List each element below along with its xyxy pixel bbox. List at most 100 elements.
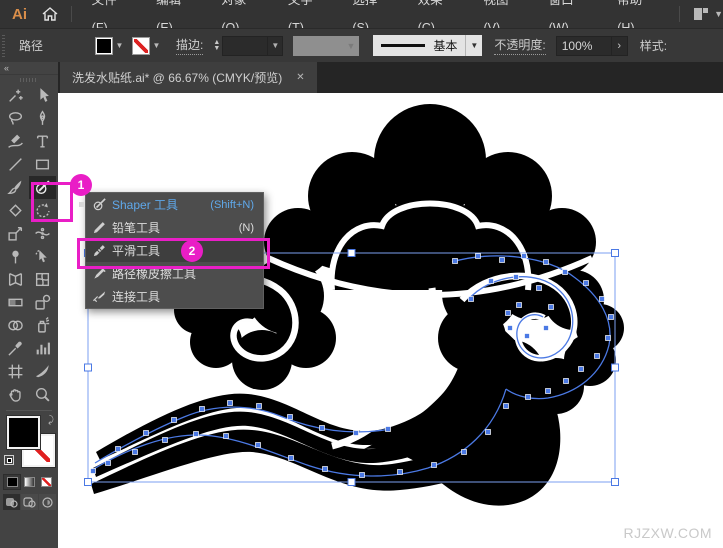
stroke-weight-field[interactable] <box>222 35 269 56</box>
illustrator-logo: Ai <box>12 5 27 23</box>
menubar-divider-2 <box>679 6 681 22</box>
flyout-item-label: 平滑工具 <box>112 244 161 258</box>
collapse-panel-icon[interactable]: « <box>0 62 58 75</box>
flyout-item-smooth-tool[interactable]: 平滑工具 <box>86 239 263 262</box>
brush-definition-label: 基本 <box>433 39 458 53</box>
flyout-item-shaper-tool[interactable]: Shaper 工具 (Shift+N) <box>79 193 263 216</box>
brush-definition-value[interactable]: 基本 <box>373 35 466 56</box>
flyout-item-pencil-tool[interactable]: 铅笔工具 (N) <box>86 216 263 239</box>
opacity-field[interactable]: 100% <box>555 35 612 56</box>
workspace-layout-icon <box>694 8 709 20</box>
live-paint-selection-tool[interactable] <box>29 245 56 268</box>
fill-stroke-indicator: ⤸ <box>2 415 56 471</box>
document-tab-title: 洗发水贴纸.ai* @ 66.67% (CMYK/预览) <box>72 71 283 85</box>
stroke-weight-label[interactable]: 描边: <box>176 36 204 55</box>
puppet-warp-tool[interactable] <box>2 245 29 268</box>
flyout-item-label: 路径橡皮擦工具 <box>112 267 197 281</box>
fill-proxy-swatch[interactable] <box>7 416 40 449</box>
pencil-tool-icon <box>86 220 112 235</box>
flyout-item-path-eraser-tool[interactable]: 路径橡皮擦工具 <box>86 262 263 285</box>
mesh-tool[interactable] <box>29 268 56 291</box>
eraser-tool[interactable] <box>2 199 29 222</box>
magic-wand-tool[interactable] <box>2 84 29 107</box>
stroke-weight-stepper[interactable]: ▲ ▼ <box>211 39 222 52</box>
perspective-grid-tool[interactable] <box>2 268 29 291</box>
panel-drag-grip[interactable] <box>20 78 38 82</box>
hand-tool[interactable] <box>2 383 29 406</box>
document-tab[interactable]: 洗发水贴纸.ai* @ 66.67% (CMYK/预览) ✕ <box>60 62 317 93</box>
artboard-canvas[interactable]: RJZXW.COM <box>58 93 723 548</box>
smooth-tool-icon <box>86 243 112 258</box>
panel-grip[interactable] <box>2 34 5 57</box>
home-icon[interactable] <box>37 4 63 24</box>
rotate-tool[interactable] <box>29 199 56 222</box>
draw-mode-buttons <box>0 494 58 510</box>
line-segment-tool[interactable] <box>2 153 29 176</box>
menu-bar: Ai 文件(F) 编辑(E) 对象(O) 文字(T) 选择(S) 效果(C) 视… <box>0 0 723 35</box>
style-label: 样式: <box>639 39 668 53</box>
width-tool[interactable] <box>29 222 56 245</box>
chevron-down-icon[interactable]: ▼ <box>268 35 284 56</box>
lasso-tool[interactable] <box>2 107 29 130</box>
gradient-tool[interactable] <box>2 291 29 314</box>
pencil-tool-flyout-menu: Shaper 工具 (Shift+N) 铅笔工具 (N) 平滑工具 路径橡皮擦工… <box>79 192 264 309</box>
document-tab-bar: 洗发水贴纸.ai* @ 66.67% (CMYK/预览) ✕ <box>58 62 723 93</box>
fill-color-control[interactable]: ▼ <box>95 36 126 55</box>
slice-tool[interactable] <box>29 360 56 383</box>
blend-tool[interactable] <box>29 291 56 314</box>
basic-brush-stroke-preview <box>381 44 426 47</box>
flyout-item-join-tool[interactable]: 连接工具 <box>86 285 263 308</box>
none-button[interactable] <box>38 475 54 489</box>
flyout-item-shortcut: (Shift+N) <box>210 198 254 211</box>
illustrator-window: Ai 文件(F) 编辑(E) 对象(O) 文字(T) 选择(S) 效果(C) 视… <box>0 0 723 548</box>
tools-panel: « ⤸ <box>0 62 58 548</box>
fill-swatch[interactable] <box>95 36 114 55</box>
brush-definition-control[interactable]: 基本 ▼ <box>373 35 483 56</box>
cloud-artwork[interactable] <box>58 93 723 548</box>
selection-tool[interactable] <box>29 84 56 107</box>
annotation-step-1-badge: 1 <box>70 174 92 196</box>
width-profile-dropdown: ▼ <box>293 35 360 56</box>
watermark-text: RJZXW.COM <box>623 525 712 541</box>
current-tool-marker <box>79 202 84 207</box>
annotation-step-2-badge: 2 <box>181 240 203 262</box>
pen-tool[interactable] <box>29 107 56 130</box>
flyout-item-label: 连接工具 <box>112 290 161 304</box>
eyedropper-tool[interactable] <box>2 337 29 360</box>
draw-behind-button[interactable] <box>20 494 38 510</box>
close-icon[interactable]: ✕ <box>296 72 304 83</box>
zoom-tool[interactable] <box>29 383 56 406</box>
draw-inside-button[interactable] <box>38 494 56 510</box>
opacity-expander[interactable]: › <box>611 35 628 56</box>
draw-normal-button[interactable] <box>2 494 20 510</box>
color-mode-buttons <box>0 474 58 490</box>
swap-fill-stroke-icon[interactable]: ⤸ <box>48 415 54 426</box>
chevron-down-icon[interactable]: ▼ <box>465 35 483 56</box>
stroke-swatch[interactable] <box>132 36 151 55</box>
chevron-down-icon: ▼ <box>115 41 124 50</box>
type-tool[interactable] <box>29 130 56 153</box>
default-fill-stroke-icon[interactable] <box>4 455 14 465</box>
scale-tool[interactable] <box>2 222 29 245</box>
chevron-down-icon: ▼ <box>152 41 161 50</box>
rectangle-tool[interactable] <box>29 153 56 176</box>
artboard-tool[interactable] <box>2 360 29 383</box>
menubar-divider <box>70 6 72 22</box>
color-button[interactable] <box>3 474 21 490</box>
workspace-switcher[interactable]: ▼ <box>694 8 723 20</box>
paintbrush-tool[interactable] <box>2 176 29 199</box>
shaper-tool[interactable] <box>29 176 56 199</box>
shaper-tool-icon <box>86 197 112 212</box>
column-graph-tool[interactable] <box>29 337 56 360</box>
symbol-sprayer-tool[interactable] <box>29 314 56 337</box>
opacity-label[interactable]: 不透明度: <box>494 36 546 55</box>
curvature-tool[interactable] <box>2 130 29 153</box>
chevron-down-icon: ▼ <box>714 9 723 19</box>
stroke-color-control[interactable]: ▼ <box>132 36 163 55</box>
toolbar-divider <box>6 410 52 411</box>
flyout-item-shortcut: (N) <box>238 221 254 234</box>
shape-builder-tool[interactable] <box>2 314 29 337</box>
control-bar: 路径 ▼ ▼ 描边: ▲ ▼ ▼ ▼ 基本 ▼ 不透明度: 100% › 样式: <box>0 28 723 62</box>
flyout-item-label: Shaper 工具 <box>112 198 179 212</box>
gradient-button[interactable] <box>21 475 37 489</box>
